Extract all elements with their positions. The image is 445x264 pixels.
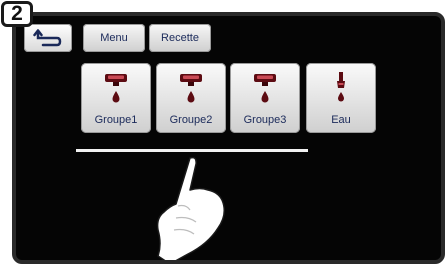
groupe1-label: Groupe1 <box>94 114 138 126</box>
recette-button[interactable]: Recette <box>149 24 211 52</box>
groupe2-button[interactable]: Groupe2 <box>156 63 226 133</box>
selection-underline <box>76 149 308 152</box>
eau-label: Eau <box>331 114 351 126</box>
water-tap-icon <box>337 72 345 102</box>
groupe1-button[interactable]: Groupe1 <box>81 63 151 133</box>
eau-button[interactable]: Eau <box>306 63 376 133</box>
group-head-icon <box>254 74 276 103</box>
group-head-icon <box>180 74 202 103</box>
group-head-icon <box>105 74 127 103</box>
back-button[interactable] <box>24 24 72 52</box>
groupe2-label: Groupe2 <box>169 114 213 126</box>
pointing-hand-icon <box>156 156 225 260</box>
menu-button[interactable]: Menu <box>83 24 145 52</box>
touch-screen: Menu Recette Groupe1 Groupe2 Groupe3 Eau <box>12 12 445 264</box>
groupe3-button[interactable]: Groupe3 <box>230 63 300 133</box>
step-number-badge: 2 <box>1 1 33 27</box>
groupe3-label: Groupe3 <box>243 114 287 126</box>
back-arrow-icon <box>33 29 62 47</box>
